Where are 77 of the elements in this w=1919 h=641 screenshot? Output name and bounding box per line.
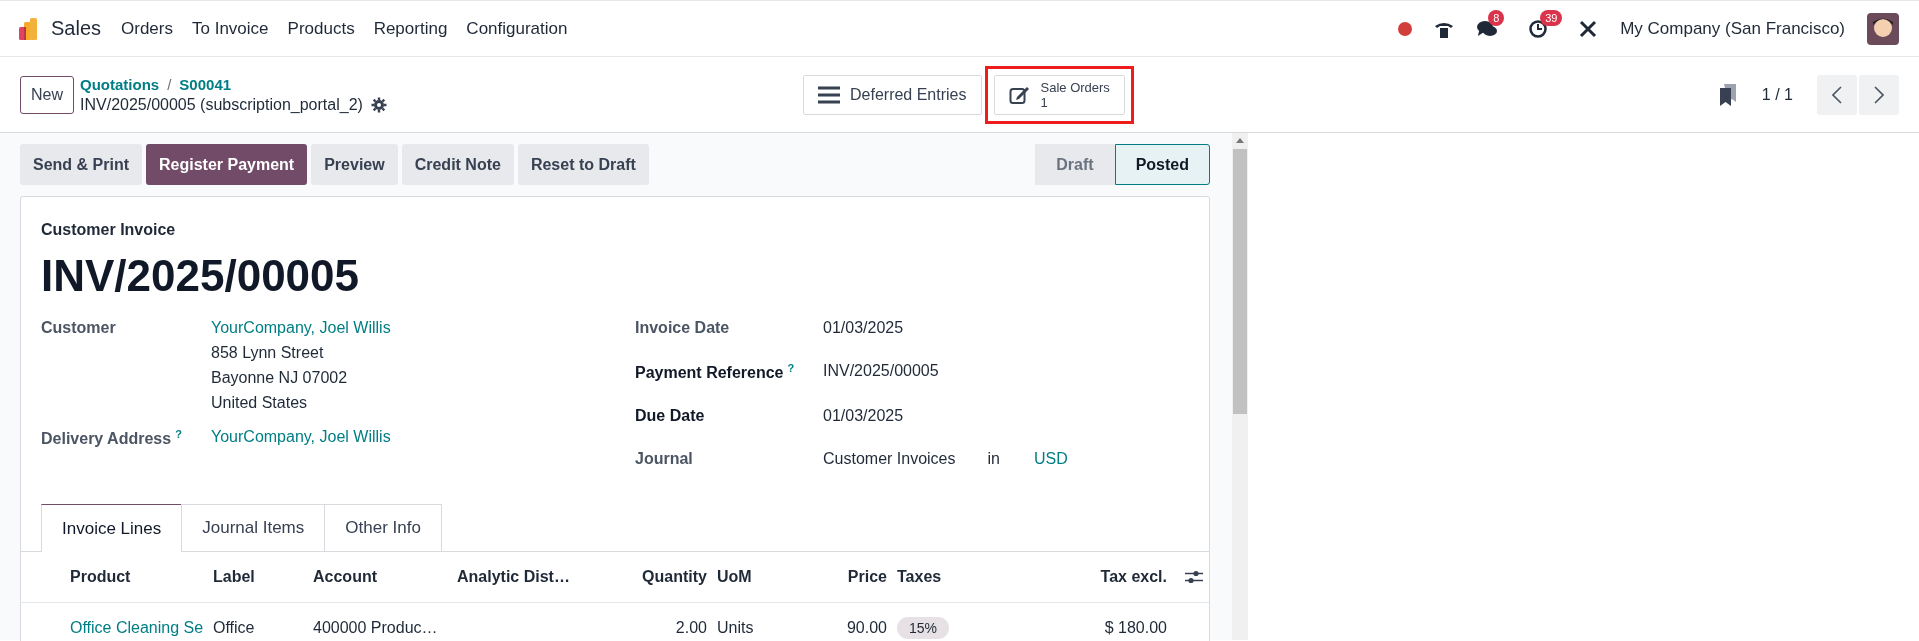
- field-label: Delivery Address: [41, 430, 172, 448]
- table-cell[interactable]: Office Cleaning Se: [21, 619, 213, 638]
- currency-link[interactable]: USD: [1033, 450, 1068, 469]
- delivery-address-link[interactable]: YourCompany, Joel Willis: [211, 428, 391, 446]
- field-label: Payment Reference: [635, 364, 784, 382]
- help-tooltip[interactable]: ?: [787, 362, 795, 374]
- menu-item[interactable]: To Invoice: [192, 18, 269, 39]
- chevron-right-icon: [1874, 85, 1884, 104]
- user-avatar[interactable]: [1867, 12, 1899, 45]
- app-name[interactable]: Sales: [51, 17, 102, 40]
- menu-item[interactable]: Configuration: [466, 18, 568, 39]
- table-cell-text: Units: [716, 619, 755, 638]
- action-button[interactable]: Register Payment: [146, 144, 308, 185]
- company-switcher[interactable]: My Company (San Francisco): [1620, 18, 1845, 39]
- action-button[interactable]: Preview: [311, 144, 398, 185]
- column-header[interactable]: Analytic Dist…: [457, 568, 607, 587]
- table-cell-text: 400000 Produc…: [313, 619, 439, 638]
- field-value: Customer Invoices: [823, 450, 956, 469]
- breadcrumb-separator: /: [167, 75, 172, 93]
- tax-tag[interactable]: 15%: [897, 617, 950, 640]
- chevron-left-icon: [1832, 85, 1842, 104]
- column-header[interactable]: Account: [313, 568, 457, 587]
- column-header[interactable]: UoM: [707, 568, 807, 587]
- breadcrumb-link[interactable]: S00041: [179, 75, 232, 93]
- breadcrumb-link[interactable]: Quotations: [80, 75, 160, 93]
- new-button[interactable]: New: [20, 75, 74, 114]
- table-cell-text: 90.00: [845, 619, 887, 638]
- column-header[interactable]: Tax excl.: [1027, 568, 1167, 587]
- field-value: 01/03/2025: [823, 319, 904, 337]
- status-step[interactable]: Posted: [1114, 144, 1210, 185]
- address-line: United States: [211, 394, 309, 412]
- action-button[interactable]: Credit Note: [401, 144, 514, 185]
- table-cell-text: $ 180.00: [1103, 619, 1167, 638]
- notebook-tab[interactable]: Invoice Lines: [41, 504, 183, 553]
- smart-button[interactable]: Deferred Entries: [803, 74, 982, 115]
- column-header[interactable]: Product: [21, 568, 213, 587]
- column-header[interactable]: Price: [807, 568, 887, 587]
- invoice-type: Customer Invoice: [41, 221, 177, 239]
- table-cell-text: 2.00: [674, 619, 707, 638]
- action-button[interactable]: Reset to Draft: [517, 144, 649, 185]
- bookmarks-icon[interactable]: [1717, 82, 1738, 107]
- menu-item[interactable]: Products: [287, 18, 355, 39]
- column-header[interactable]: Taxes: [887, 568, 1027, 587]
- list-icon: [818, 85, 840, 104]
- status-step[interactable]: Draft: [1035, 144, 1115, 185]
- address-line: Bayonne NJ 07002: [211, 369, 349, 387]
- record-name: INV/2025/00005 (subscription_portal_2): [80, 95, 363, 114]
- recording-dot-icon[interactable]: [1398, 21, 1413, 36]
- field-label: Invoice Date: [635, 319, 730, 336]
- field-value: 01/03/2025: [823, 407, 904, 426]
- notification-badge: 8: [1488, 9, 1505, 26]
- invoice-number: INV/2025/00005: [41, 251, 361, 301]
- pager-value[interactable]: 1 / 1: [1761, 85, 1793, 104]
- next-button[interactable]: [1859, 74, 1899, 115]
- notebook-tab[interactable]: Other Info: [324, 504, 442, 553]
- field-label: Due Date: [635, 407, 705, 425]
- action-button[interactable]: Send & Print: [20, 144, 142, 185]
- field-label: Journal: [635, 450, 693, 468]
- help-tooltip[interactable]: ?: [175, 428, 182, 440]
- notification-badge: 39: [1540, 9, 1563, 26]
- field-value: INV/2025/00005: [823, 362, 939, 381]
- gear-icon[interactable]: [370, 96, 387, 113]
- previous-button[interactable]: [1817, 74, 1857, 115]
- customer-link[interactable]: YourCompany, Joel Willis: [211, 319, 391, 337]
- scrollbar[interactable]: [1210, 133, 1248, 640]
- menu-item[interactable]: Reporting: [373, 18, 448, 39]
- column-header[interactable]: Label: [213, 568, 313, 587]
- field-joiner: in: [987, 450, 1000, 469]
- app-logo-icon[interactable]: [19, 17, 39, 40]
- table-cell-text: Office: [213, 619, 256, 638]
- address-line: 858 Lynn Street: [211, 344, 325, 362]
- edit-icon: [1008, 84, 1031, 105]
- column-settings-icon[interactable]: [1185, 570, 1203, 585]
- column-header[interactable]: Quantity: [607, 568, 707, 587]
- field-label: Customer: [41, 319, 117, 338]
- smart-button[interactable]: Sale Orders 1: [993, 74, 1125, 115]
- menu-item[interactable]: Orders: [121, 18, 173, 39]
